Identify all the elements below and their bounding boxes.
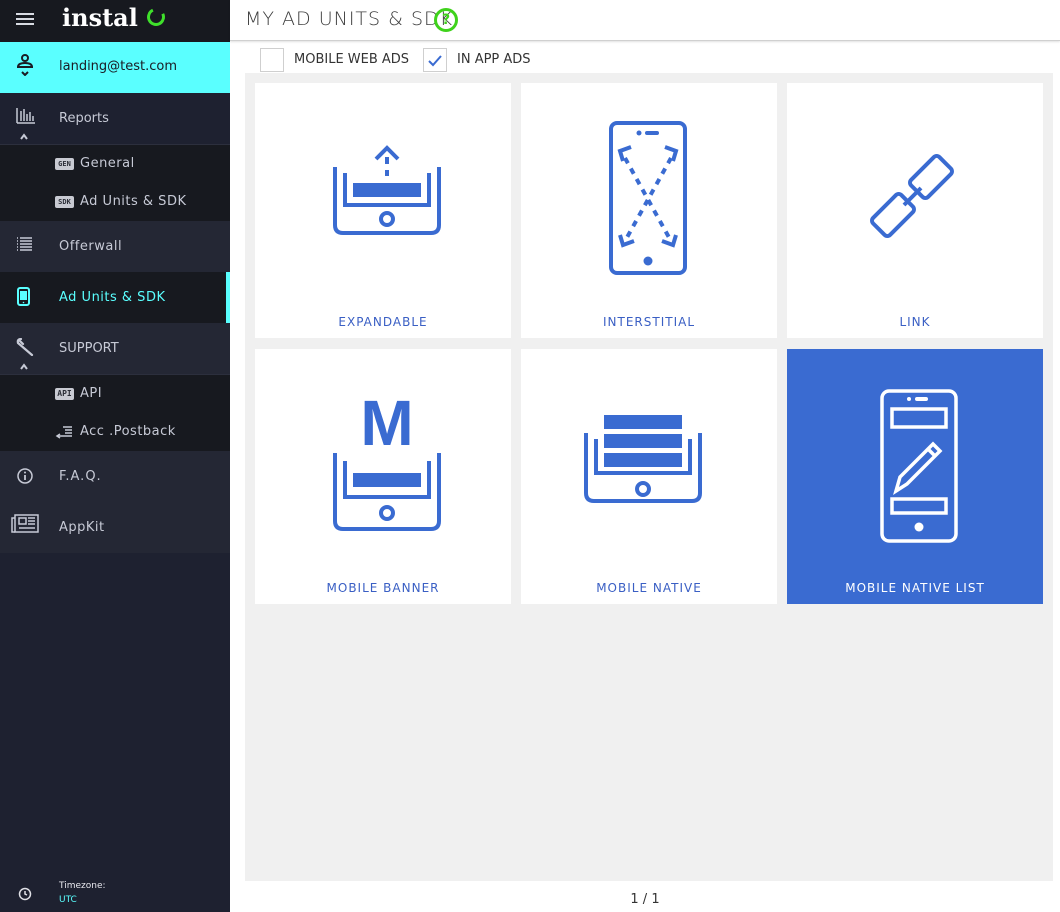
sidebar-label: F.A.Q.	[59, 469, 102, 484]
tile-mobile-native-list[interactable]: MOBILE NATIVE LIST	[787, 349, 1043, 604]
sidebar-item-ad-units-sdk[interactable]: Ad Units & SDK	[0, 272, 230, 323]
user-email: landing@test.com	[59, 59, 178, 74]
sidebar-label: AppKit	[59, 520, 105, 535]
sidebar-subitem-api[interactable]: API API	[55, 383, 102, 403]
tile-expandable[interactable]: EXPANDABLE	[255, 83, 511, 338]
tile-label: LINK	[899, 315, 931, 329]
clock-icon	[18, 887, 32, 901]
sdk-badge-icon: SDK	[55, 195, 74, 208]
gen-badge-icon: GEN	[55, 157, 74, 170]
mobile-native-list-icon	[880, 389, 958, 543]
help-icon[interactable]: ?	[434, 8, 458, 32]
pagination: 1 / 1	[630, 892, 660, 907]
logo: instal	[62, 3, 138, 32]
tile-interstitial[interactable]: INTERSTITIAL	[521, 83, 777, 338]
tile-label: EXPANDABLE	[338, 315, 428, 329]
sidebar-label: Ad Units & SDK	[59, 290, 166, 305]
page-title: MY AD UNITS & SDK	[245, 8, 454, 30]
sidebar-subitem-acc-postback[interactable]: Acc .Postback	[55, 421, 176, 441]
sidebar-label: API	[80, 386, 103, 401]
chevron-up-icon	[20, 363, 28, 370]
tile-mobile-banner[interactable]: M MOBILE BANNER	[255, 349, 511, 604]
sidebar-subitem-ad-units-sdk[interactable]: SDK Ad Units & SDK	[55, 191, 186, 211]
sidebar-item-support[interactable]: SUPPORT	[0, 323, 230, 375]
user-icon	[16, 54, 34, 76]
sidebar-item-reports[interactable]: Reports	[0, 93, 230, 145]
timezone-value: UTC	[59, 895, 77, 905]
sidebar-subitem-general[interactable]: GEN General	[55, 153, 135, 173]
sidebar-label: Reports	[59, 111, 109, 126]
list-icon	[17, 237, 32, 251]
in-app-ads-label: IN APP ADS	[457, 52, 531, 67]
tile-label: MOBILE BANNER	[326, 581, 440, 595]
chevron-up-icon	[20, 133, 28, 140]
timezone-info: Timezone: UTC	[0, 876, 230, 912]
mobile-native-icon	[584, 415, 702, 503]
postback-icon	[55, 425, 72, 439]
reports-submenu: GEN General SDK Ad Units & SDK	[0, 145, 230, 221]
active-indicator	[226, 272, 230, 323]
in-app-ads-checkbox[interactable]	[423, 48, 447, 72]
interstitial-icon	[609, 121, 687, 275]
sidebar-label: SUPPORT	[59, 341, 119, 356]
logo-ring-icon	[144, 5, 168, 29]
sidebar-item-faq[interactable]: F.A.Q.	[0, 451, 230, 502]
mobile-banner-icon: M	[333, 389, 441, 531]
info-icon	[17, 468, 33, 484]
api-badge-icon: API	[55, 387, 74, 400]
user-menu[interactable]: landing@test.com	[0, 42, 230, 93]
sidebar-item-appkit[interactable]: AppKit	[0, 502, 230, 553]
tile-label: MOBILE NATIVE LIST	[845, 581, 985, 595]
tile-mobile-native[interactable]: MOBILE NATIVE	[521, 349, 777, 604]
sidebar-label: Ad Units & SDK	[80, 194, 187, 209]
banner-m-glyph: M	[360, 389, 413, 459]
page-header: MY AD UNITS & SDK ?	[230, 0, 1060, 41]
sidebar-item-offerwall[interactable]: Offerwall	[0, 221, 230, 272]
sidebar: instal landing@test.com Reports GEN Gener…	[0, 0, 230, 912]
wrench-icon	[16, 338, 34, 356]
tile-label: MOBILE NATIVE	[596, 581, 702, 595]
phone-icon	[17, 287, 30, 306]
support-submenu: API API Acc .Postback	[0, 375, 230, 451]
timezone-label: Timezone:	[59, 881, 106, 891]
sidebar-header: instal	[0, 0, 230, 42]
mobile-web-ads-checkbox[interactable]	[260, 48, 284, 72]
tile-label: INTERSTITIAL	[602, 315, 695, 329]
link-icon	[870, 154, 954, 238]
chart-icon	[16, 108, 35, 124]
mobile-web-ads-label: MOBILE WEB ADS	[294, 52, 410, 67]
checkmark-icon	[428, 55, 442, 67]
sidebar-label: Offerwall	[59, 239, 123, 254]
newspaper-icon	[11, 514, 39, 533]
sidebar-label: General	[80, 156, 135, 171]
expandable-icon	[333, 145, 441, 235]
ad-units-grid: EXPANDABLE INTERSTITIAL LINK M MOBILE BA…	[245, 73, 1053, 881]
sidebar-label: Acc .Postback	[80, 424, 176, 439]
menu-icon[interactable]	[16, 13, 34, 27]
tile-link[interactable]: LINK	[787, 83, 1043, 338]
